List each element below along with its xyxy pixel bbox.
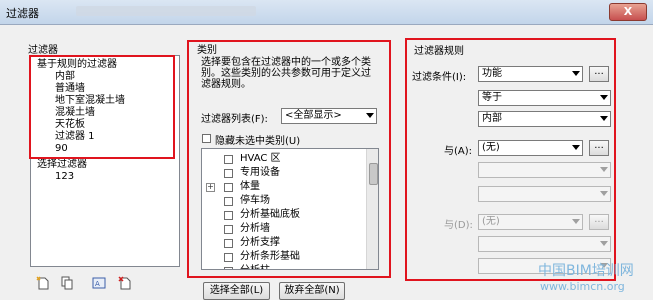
filter-list-dropdown[interactable]: <全部显示> — [281, 108, 377, 124]
category-row[interactable]: 分析墙 — [202, 223, 366, 236]
category-checkbox[interactable] — [224, 211, 233, 220]
category-label: 体量 — [240, 181, 260, 192]
category-label: 分析条形基础 — [240, 251, 300, 262]
and1-value: (无) — [482, 142, 500, 153]
operator-dropdown[interactable]: 等于 — [478, 90, 611, 106]
chevron-down-icon — [572, 145, 580, 150]
category-checkbox[interactable] — [224, 169, 233, 178]
category-label: HVAC 区 — [240, 153, 281, 164]
highlight-box-filters — [29, 55, 175, 159]
chevron-down-icon — [572, 71, 580, 76]
hide-unchecked-label: 隐藏未选中类别(U) — [215, 136, 301, 147]
duplicate-filter-icon[interactable] — [60, 276, 74, 290]
and1-label: 与(A): — [444, 146, 473, 157]
delete-filter-icon[interactable] — [118, 276, 132, 290]
chevron-down-icon — [600, 241, 608, 246]
chevron-down-icon — [600, 95, 608, 100]
categories-list[interactable]: HVAC 区专用设备 + 体量停车场分析基础底板分析墙分析支撑分析条形基础分析柱 — [201, 148, 379, 270]
scrollbar-thumb[interactable] — [369, 163, 378, 185]
category-label: 分析墙 — [240, 223, 270, 234]
value-value: 内部 — [482, 113, 502, 124]
and1-value-dropdown[interactable] — [478, 186, 611, 202]
and2-dropdown[interactable]: (无) — [478, 214, 583, 230]
condition-value: 功能 — [482, 68, 502, 79]
filter-item[interactable]: 123 — [55, 171, 74, 183]
filters-heading: 过滤器 — [28, 45, 58, 56]
select-all-button[interactable]: 选择全部(L) — [203, 282, 270, 300]
category-checkbox[interactable] — [224, 183, 233, 192]
category-row[interactable]: 专用设备 — [202, 167, 366, 180]
categories-heading: 类别 — [197, 45, 217, 56]
category-row[interactable]: HVAC 区 — [202, 153, 366, 166]
and2-operator-dropdown[interactable] — [478, 236, 611, 252]
chevron-down-icon — [366, 113, 374, 118]
chevron-down-icon — [600, 191, 608, 196]
window-title: 过滤器 — [6, 7, 39, 20]
watermark-title: 中国BIM培训网 — [538, 263, 634, 279]
close-button[interactable]: X — [609, 3, 647, 21]
filter-group-selection[interactable]: 选择过滤器 — [37, 159, 87, 171]
background-window-title — [76, 6, 256, 16]
category-row[interactable]: 分析基础底板 — [202, 209, 366, 222]
categories-scrollbar[interactable] — [366, 149, 378, 269]
category-label: 分析柱 — [240, 265, 270, 269]
category-row[interactable]: + 体量 — [202, 181, 366, 194]
rules-heading: 过滤器规则 — [414, 46, 464, 57]
watermark-url: www.bimcn.org — [540, 280, 625, 293]
operator-value: 等于 — [482, 92, 502, 103]
category-label: 分析支撑 — [240, 237, 280, 248]
category-row[interactable]: 停车场 — [202, 195, 366, 208]
chevron-down-icon — [572, 219, 580, 224]
and1-operator-dropdown[interactable] — [478, 162, 611, 178]
condition-more-button[interactable]: ... — [589, 66, 609, 82]
condition-label: 过滤条件(I): — [412, 72, 467, 83]
and2-more-button[interactable]: ... — [589, 214, 609, 230]
and2-label: 与(D): — [444, 220, 473, 231]
category-label: 专用设备 — [240, 167, 280, 178]
svg-text:A: A — [95, 280, 100, 288]
category-row[interactable]: 分析柱 — [202, 265, 366, 269]
deselect-all-button[interactable]: 放弃全部(N) — [279, 282, 345, 300]
new-filter-icon[interactable] — [36, 276, 50, 290]
category-checkbox[interactable] — [224, 239, 233, 248]
rename-filter-icon[interactable]: A — [92, 276, 106, 290]
filter-list-value: <全部显示> — [285, 110, 342, 121]
and1-more-button[interactable]: ... — [589, 140, 609, 156]
expand-icon[interactable]: + — [206, 183, 215, 192]
category-label: 分析基础底板 — [240, 209, 300, 220]
hide-unchecked-checkbox[interactable] — [202, 134, 211, 143]
category-row[interactable]: 分析条形基础 — [202, 251, 366, 264]
condition-dropdown[interactable]: 功能 — [478, 66, 583, 82]
chevron-down-icon — [600, 116, 608, 121]
category-checkbox[interactable] — [224, 253, 233, 262]
chevron-down-icon — [600, 167, 608, 172]
categories-description: 选择要包含在过滤器中的一个或多个类别。这些类别的公共参数可用于定义过滤器规则。 — [201, 57, 371, 90]
category-checkbox[interactable] — [224, 197, 233, 206]
filter-list-label: 过滤器列表(F): — [201, 114, 268, 125]
and1-dropdown[interactable]: (无) — [478, 140, 583, 156]
title-bar: 过滤器 X — [0, 0, 653, 25]
and2-value: (无) — [482, 216, 500, 227]
value-dropdown[interactable]: 内部 — [478, 111, 611, 127]
category-checkbox[interactable] — [224, 225, 233, 234]
category-row[interactable]: 分析支撑 — [202, 237, 366, 250]
category-checkbox[interactable] — [224, 267, 233, 269]
category-checkbox[interactable] — [224, 155, 233, 164]
category-label: 停车场 — [240, 195, 270, 206]
